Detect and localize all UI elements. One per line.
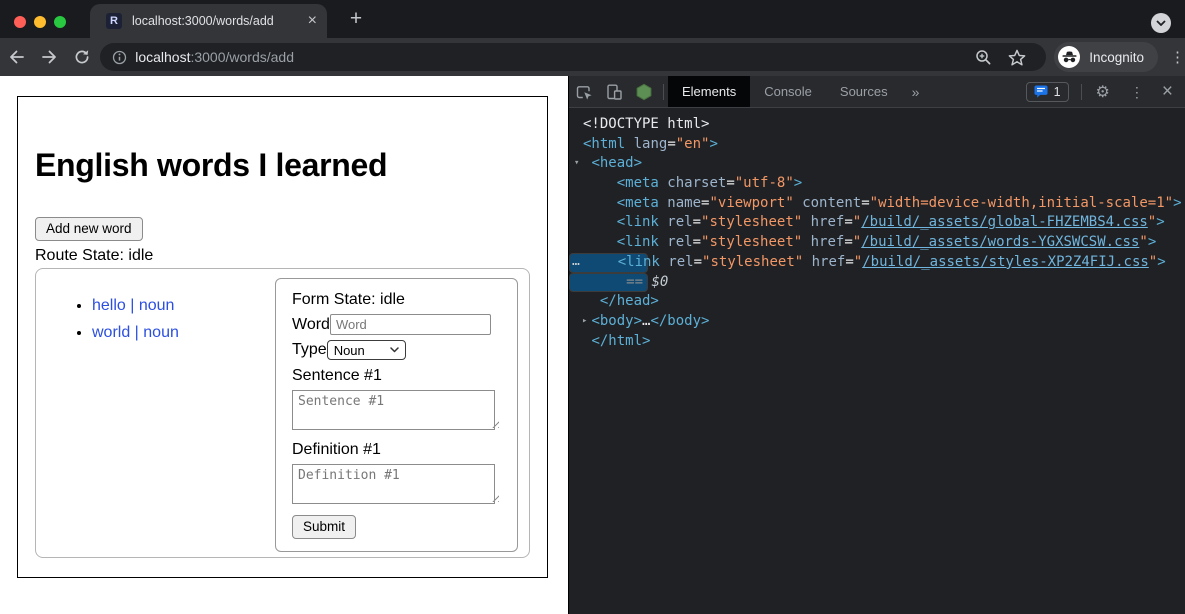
- definition-field-label: Definition #1: [292, 441, 501, 459]
- dom-tree: <!DOCTYPE html><html lang="en">▾ <head> …: [569, 108, 1185, 351]
- page-info-icon[interactable]: [112, 50, 127, 65]
- reload-icon: [74, 49, 90, 65]
- incognito-avatar: [1058, 46, 1080, 68]
- code-line[interactable]: <html lang="en">: [569, 135, 1185, 155]
- close-window-button[interactable]: [14, 16, 26, 28]
- code-line[interactable]: <meta charset="utf-8">: [569, 174, 1185, 194]
- word-link-world[interactable]: world | noun: [92, 324, 179, 341]
- code-line[interactable]: ▸ <body>…</body>: [569, 312, 1185, 332]
- word-list: hello | noun world | noun: [36, 297, 179, 557]
- browser-tab[interactable]: R localhost:3000/words/add ×: [90, 4, 327, 38]
- toolbar-divider: [663, 84, 664, 100]
- device-toolbar-icon: [605, 83, 623, 101]
- definition-textarea-wrap: [292, 464, 501, 504]
- incognito-label: Incognito: [1089, 50, 1144, 65]
- definition-textarea[interactable]: [292, 464, 495, 504]
- code-line[interactable]: <!DOCTYPE html>: [569, 115, 1185, 135]
- list-item: hello | noun: [92, 297, 179, 315]
- word-field-label: Word: [292, 316, 330, 334]
- page-outer-border: English words I learned Add new word Rou…: [17, 96, 548, 578]
- form-state-text: Form State: idle: [292, 291, 501, 309]
- back-button[interactable]: [0, 49, 33, 65]
- forward-arrow-icon: [41, 49, 58, 65]
- inspect-cursor-icon: [575, 83, 593, 101]
- new-tab-button[interactable]: +: [344, 7, 368, 31]
- forward-button[interactable]: [33, 49, 66, 65]
- node-devtools-button[interactable]: [629, 83, 659, 101]
- zoom-magnifier-icon: [975, 49, 992, 66]
- submit-button[interactable]: Submit: [292, 515, 356, 539]
- minimize-window-button[interactable]: [34, 16, 46, 28]
- navigation-toolbar: localhost:3000/words/add Incognito ⋮: [0, 38, 1185, 76]
- address-bar[interactable]: localhost:3000/words/add: [100, 43, 1046, 71]
- sentence-textarea-wrap: [292, 390, 501, 430]
- code-line[interactable]: … <link rel="stylesheet" href="/build/_a…: [569, 253, 648, 273]
- code-line[interactable]: <link rel="stylesheet" href="/build/_ass…: [569, 233, 1185, 253]
- tab-sources[interactable]: Sources: [826, 76, 902, 107]
- incognito-spy-icon: [1062, 51, 1077, 63]
- type-select[interactable]: Noun: [327, 340, 406, 360]
- issues-bubble-icon: [1034, 85, 1048, 98]
- devtools-close-button[interactable]: ×: [1162, 82, 1173, 101]
- list-item: world | noun: [92, 324, 179, 342]
- toolbar-divider: [1081, 84, 1082, 100]
- code-line[interactable]: == $0: [569, 273, 648, 293]
- chevron-down-icon: [390, 347, 399, 353]
- reload-button[interactable]: [65, 49, 98, 65]
- ellipsis-gutter-icon[interactable]: …: [572, 252, 579, 272]
- tab-console[interactable]: Console: [750, 76, 826, 107]
- tab-elements[interactable]: Elements: [668, 76, 750, 107]
- code-line[interactable]: </head>: [569, 292, 1185, 312]
- expand-arrow-icon[interactable]: ▸: [582, 312, 587, 332]
- tab-title: localhost:3000/words/add: [132, 14, 300, 28]
- more-tabs-button[interactable]: »: [902, 84, 930, 100]
- tab-search-button[interactable]: [1151, 13, 1171, 33]
- page-title: English words I learned: [35, 147, 530, 184]
- devtools-toolbar: Elements Console Sources » 1 ⚙ ⋮ ×: [569, 76, 1185, 108]
- inspect-element-button[interactable]: [569, 83, 599, 101]
- code-line[interactable]: <meta name="viewport" content="width=dev…: [569, 194, 1185, 214]
- add-new-word-button[interactable]: Add new word: [35, 217, 143, 241]
- word-link-hello[interactable]: hello | noun: [92, 297, 174, 314]
- browser-menu-button[interactable]: ⋮: [1170, 50, 1185, 65]
- words-panel: hello | noun world | noun Form State: id…: [35, 268, 530, 558]
- bookmark-button[interactable]: [1000, 49, 1034, 66]
- chevron-down-icon: [1156, 20, 1166, 26]
- add-word-form: Form State: idle Word Type Noun Sentence…: [275, 278, 518, 552]
- expand-arrow-icon[interactable]: ▾: [574, 154, 579, 174]
- back-arrow-icon: [8, 49, 25, 65]
- remix-favicon-icon: R: [106, 13, 122, 29]
- toggle-device-toolbar-button[interactable]: [599, 83, 629, 101]
- sentence-textarea[interactable]: [292, 390, 495, 430]
- devtools-settings-button[interactable]: ⚙: [1096, 82, 1110, 102]
- tab-strip: R localhost:3000/words/add × +: [0, 0, 1185, 38]
- route-state-text: Route State: idle: [35, 247, 530, 265]
- url-path: :3000/words/add: [190, 49, 294, 65]
- tab-close-icon[interactable]: ×: [308, 13, 317, 29]
- browser-window: R localhost:3000/words/add × + localhost…: [0, 0, 1185, 614]
- star-icon: [1008, 49, 1026, 66]
- url-host: localhost: [135, 49, 190, 65]
- code-line[interactable]: <link rel="stylesheet" href="/build/_ass…: [569, 213, 1185, 233]
- zoom-button[interactable]: [966, 49, 1000, 66]
- devtools-menu-button[interactable]: ⋮: [1130, 85, 1144, 99]
- word-input[interactable]: [330, 314, 491, 335]
- type-select-value: Noun: [334, 343, 390, 358]
- devtools-panel: Elements Console Sources » 1 ⚙ ⋮ × <!DOC…: [568, 76, 1185, 614]
- sentence-field-label: Sentence #1: [292, 367, 501, 385]
- devtools-toolbar-right: 1 ⚙ ⋮ ×: [1026, 82, 1185, 102]
- code-line[interactable]: </html>: [569, 332, 1185, 352]
- node-hexagon-icon: [635, 83, 653, 101]
- issues-counter[interactable]: 1: [1026, 82, 1069, 102]
- issues-count: 1: [1054, 85, 1061, 99]
- fullscreen-window-button[interactable]: [54, 16, 66, 28]
- type-field-label: Type: [292, 341, 327, 359]
- incognito-badge: Incognito: [1054, 42, 1158, 72]
- web-page: English words I learned Add new word Rou…: [0, 76, 568, 614]
- code-line[interactable]: ▾ <head>: [569, 154, 1185, 174]
